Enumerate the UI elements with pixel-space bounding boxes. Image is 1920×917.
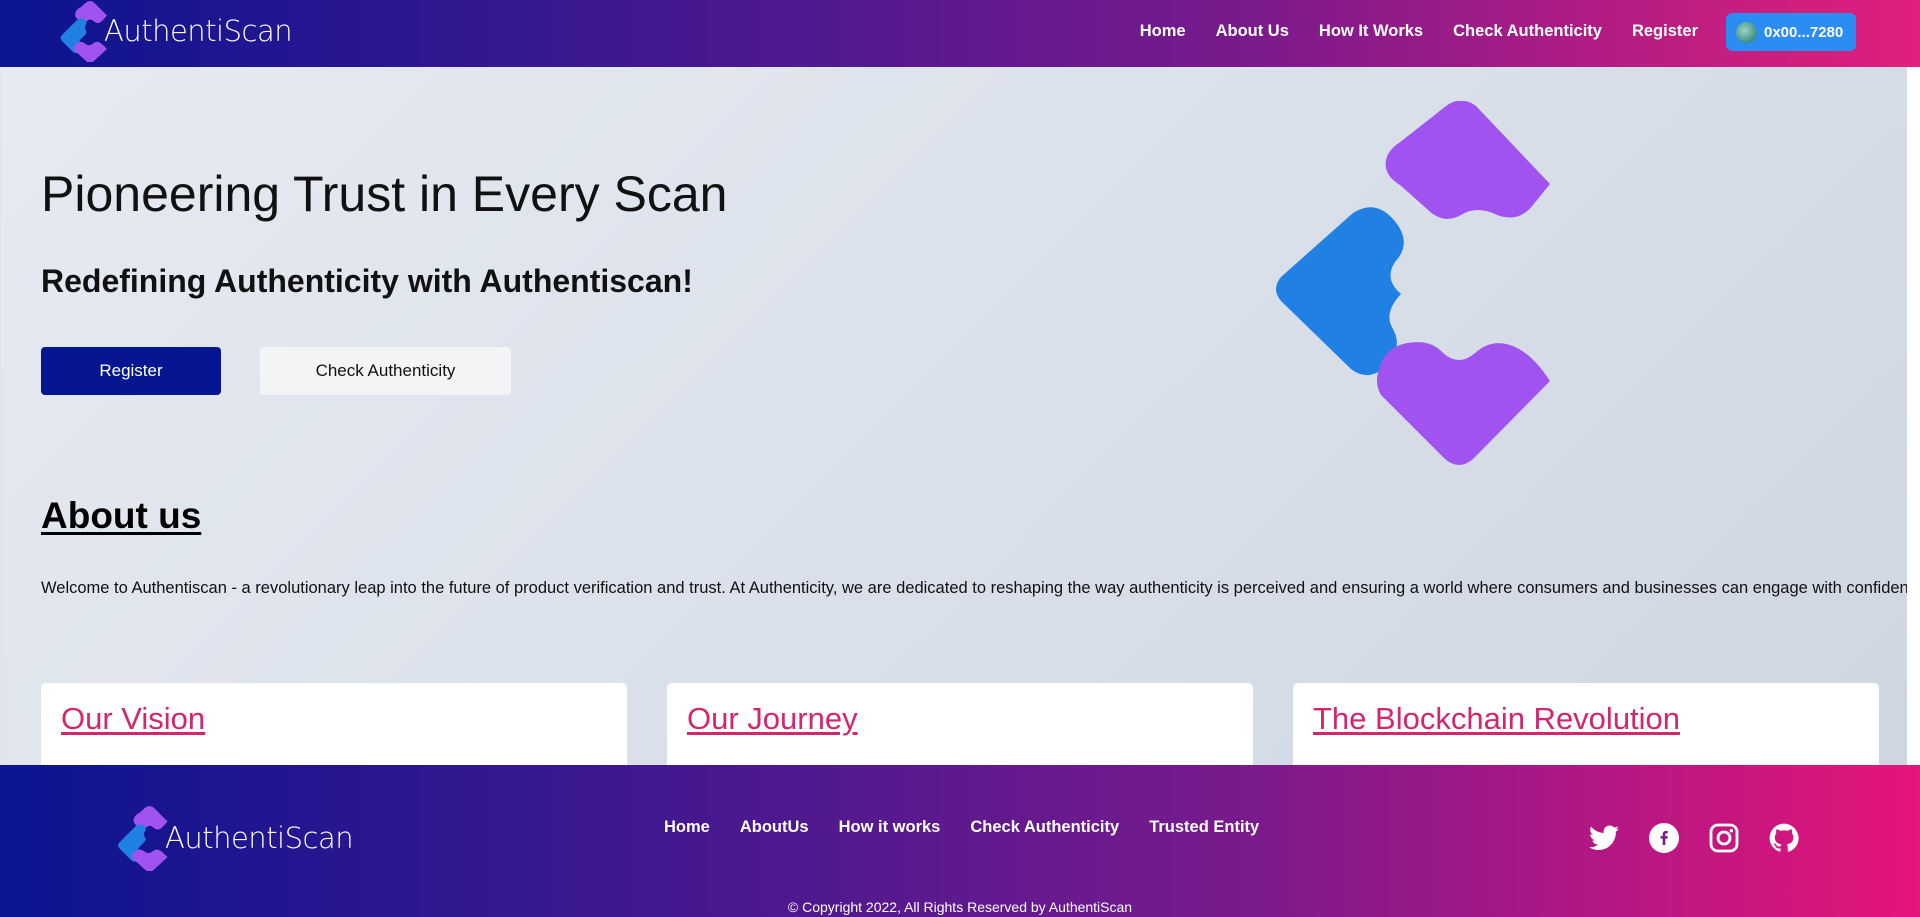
header-nav: Home About Us How It Works Check Authent… bbox=[1110, 0, 1698, 62]
brand-logo[interactable]: AuthentiScan bbox=[58, 0, 293, 62]
nav-about-us[interactable]: About Us bbox=[1216, 22, 1289, 41]
card-title-our-journey[interactable]: Our Journey bbox=[687, 701, 858, 736]
footer: AuthentiScan Home AboutUs How it works C… bbox=[0, 765, 1920, 917]
footer-nav-how-it-works[interactable]: How it works bbox=[839, 818, 941, 837]
copyright-text: © Copyright 2022, All Rights Reserved by… bbox=[787, 899, 1133, 915]
logo-mark-icon bbox=[60, 1, 107, 62]
about-description: Welcome to Authentiscan - a revolutionar… bbox=[41, 579, 1907, 597]
check-authenticity-button[interactable]: Check Authenticity bbox=[260, 347, 511, 395]
top-navbar: AuthentiScan Home About Us How It Works … bbox=[0, 0, 1920, 67]
nav-check-authenticity[interactable]: Check Authenticity bbox=[1453, 22, 1602, 41]
footer-nav: Home AboutUs How it works Check Authenti… bbox=[634, 807, 1259, 847]
nav-home[interactable]: Home bbox=[1140, 22, 1186, 41]
github-icon[interactable] bbox=[1767, 821, 1801, 855]
card-title-our-vision[interactable]: Our Vision bbox=[61, 701, 205, 736]
main-content: Pioneering Trust in Every Scan Redefinin… bbox=[1, 67, 1907, 765]
footer-nav-trusted-entity[interactable]: Trusted Entity bbox=[1149, 818, 1259, 837]
footer-brand-name: AuthentiScan bbox=[165, 821, 354, 855]
hero-title: Pioneering Trust in Every Scan bbox=[41, 166, 728, 222]
card-title-blockchain-revolution[interactable]: The Blockchain Revolution bbox=[1313, 701, 1680, 736]
nav-register[interactable]: Register bbox=[1632, 22, 1698, 41]
instagram-icon[interactable] bbox=[1707, 821, 1741, 855]
card-our-journey: Our Journey bbox=[667, 683, 1253, 765]
wallet-avatar-icon bbox=[1736, 21, 1757, 43]
twitter-icon[interactable] bbox=[1587, 821, 1621, 855]
wallet-button[interactable]: 0x00...7280 bbox=[1726, 13, 1856, 51]
footer-logo-mark-icon bbox=[118, 806, 168, 871]
hero-logo-graphic-icon bbox=[1276, 101, 1550, 465]
register-button[interactable]: Register bbox=[41, 347, 221, 395]
facebook-icon[interactable] bbox=[1647, 821, 1681, 855]
hero-subtitle: Redefining Authenticity with Authentisca… bbox=[41, 263, 693, 299]
social-links bbox=[1587, 821, 1801, 855]
nav-how-it-works[interactable]: How It Works bbox=[1319, 22, 1423, 41]
footer-nav-about-us[interactable]: AboutUs bbox=[740, 818, 809, 837]
card-our-vision: Our Vision bbox=[41, 683, 627, 765]
footer-nav-home[interactable]: Home bbox=[664, 818, 710, 837]
wallet-address: 0x00...7280 bbox=[1764, 23, 1844, 41]
footer-nav-check-authenticity[interactable]: Check Authenticity bbox=[970, 818, 1119, 837]
card-blockchain-revolution: The Blockchain Revolution bbox=[1293, 683, 1879, 765]
scrollbar-track[interactable] bbox=[1907, 67, 1920, 765]
footer-brand-logo[interactable]: AuthentiScan bbox=[115, 805, 354, 871]
about-heading: About us bbox=[41, 495, 202, 536]
brand-name: AuthentiScan bbox=[104, 14, 293, 48]
